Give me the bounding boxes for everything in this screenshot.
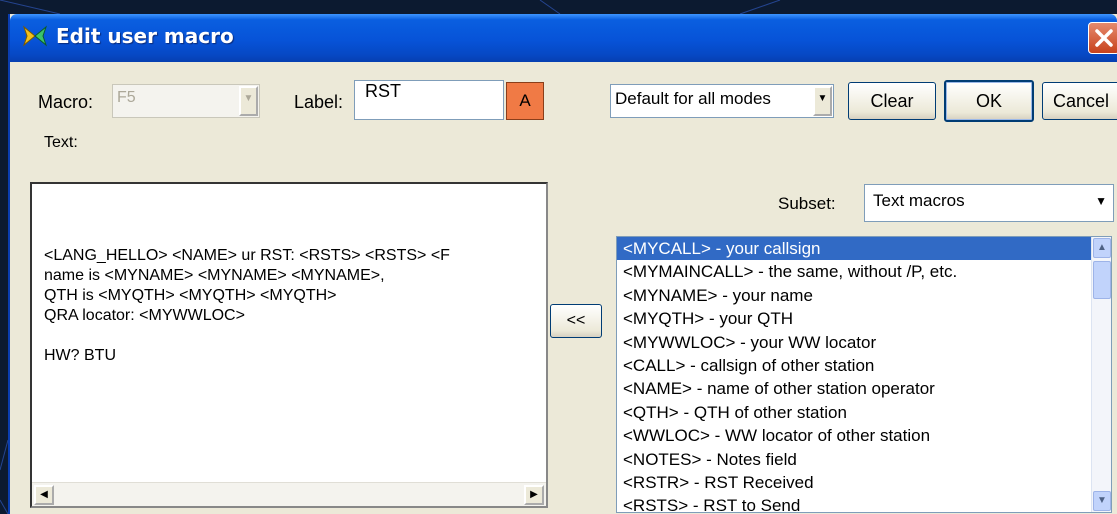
macro-variable-list[interactable]: <MYCALL> - your callsign <MYMAINCALL> - t… — [616, 236, 1112, 513]
scroll-up-button[interactable]: ▲ — [1093, 238, 1111, 258]
label-input-value: RST — [365, 81, 401, 101]
scroll-thumb[interactable] — [1093, 261, 1111, 299]
ok-button-label: OK — [975, 91, 1002, 111]
scroll-left-button[interactable]: ◀ — [34, 485, 54, 505]
butterfly-icon — [22, 25, 48, 47]
list-item[interactable]: <RSTS> - RST to Send — [617, 494, 1111, 512]
arrow-left-icon: ◀ — [40, 489, 48, 500]
vertical-scrollbar[interactable]: ▲ ▼ — [1091, 237, 1111, 512]
list-item[interactable]: <NOTES> - Notes field — [617, 448, 1111, 471]
scroll-right-button[interactable]: ▶ — [524, 485, 544, 505]
label-input[interactable]: RST — [354, 80, 504, 120]
close-icon — [1095, 29, 1113, 47]
arrow-right-icon: ▶ — [530, 489, 538, 500]
window-title: Edit user macro — [56, 24, 234, 48]
ok-button[interactable]: OK — [944, 80, 1034, 122]
macro-text-content: <LANG_HELLO> <NAME> ur RST: <RSTS> <RSTS… — [44, 247, 450, 364]
chevron-up-icon: ▲ — [1097, 242, 1107, 253]
macro-label: Macro: — [38, 92, 94, 112]
macro-dropdown-button[interactable]: ▼ — [239, 86, 258, 116]
list-item[interactable]: <NAME> - name of other station operator — [617, 377, 1111, 400]
clear-button[interactable]: Clear — [848, 82, 936, 120]
mode-select-value: Default for all modes — [615, 89, 771, 108]
list-item[interactable]: <CALL> - callsign of other station — [617, 354, 1111, 377]
list-item[interactable]: <MYQTH> - your QTH — [617, 307, 1111, 330]
mode-dropdown-button[interactable]: ▼ — [813, 86, 832, 116]
clear-button-label: Clear — [870, 91, 914, 111]
macro-text-area[interactable]: <LANG_HELLO> <NAME> ur RST: <RSTS> <RSTS… — [30, 182, 548, 508]
chevron-down-icon: ▼ — [243, 93, 254, 104]
subset-value: Text macros — [873, 191, 965, 210]
edit-macro-dialog: Edit user macro Macro: F5 ▼ Label: RST A… — [8, 14, 1117, 514]
macro-select[interactable]: F5 ▼ — [112, 84, 260, 118]
mode-select[interactable]: Default for all modes ▼ — [610, 84, 834, 118]
list-item[interactable]: <MYNAME> - your name — [617, 284, 1111, 307]
cancel-button-label: Cancel — [1053, 91, 1110, 111]
cancel-button[interactable]: Cancel — [1042, 82, 1117, 120]
list-item[interactable]: <MYWWLOC> - your WW locator — [617, 331, 1111, 354]
list-item[interactable]: <MYCALL> - your callsign — [617, 237, 1111, 261]
insert-macro-button[interactable]: << — [550, 304, 602, 338]
subset-select[interactable]: Text macros ▼ — [864, 184, 1114, 222]
label-color-button[interactable]: A — [506, 82, 544, 120]
close-button[interactable] — [1088, 22, 1117, 54]
scroll-down-button[interactable]: ▼ — [1093, 491, 1111, 511]
dialog-body: Macro: F5 ▼ Label: RST A Text: Default f… — [10, 62, 1117, 514]
chevron-down-icon: ▼ — [817, 93, 828, 104]
text-label: Text: — [44, 134, 78, 151]
title-bar[interactable]: Edit user macro — [10, 14, 1117, 62]
macro-value: F5 — [117, 89, 136, 106]
list-item[interactable]: <QTH> - QTH of other station — [617, 401, 1111, 424]
horizontal-scrollbar[interactable]: ◀ ▶ — [32, 482, 546, 506]
label-color-letter: A — [519, 91, 531, 110]
list-items: <MYCALL> - your callsign <MYMAINCALL> - t… — [617, 237, 1111, 512]
insert-button-label: << — [566, 312, 586, 329]
subset-label: Subset: — [778, 194, 836, 213]
chevron-down-icon[interactable]: ▼ — [1095, 194, 1107, 208]
label-field-label: Label: — [294, 92, 344, 112]
list-item[interactable]: <MYMAINCALL> - the same, without /P, etc… — [617, 260, 1111, 283]
list-item[interactable]: <RSTR> - RST Received — [617, 471, 1111, 494]
chevron-down-icon: ▼ — [1097, 495, 1107, 506]
list-item[interactable]: <WWLOC> - WW locator of other station — [617, 424, 1111, 447]
